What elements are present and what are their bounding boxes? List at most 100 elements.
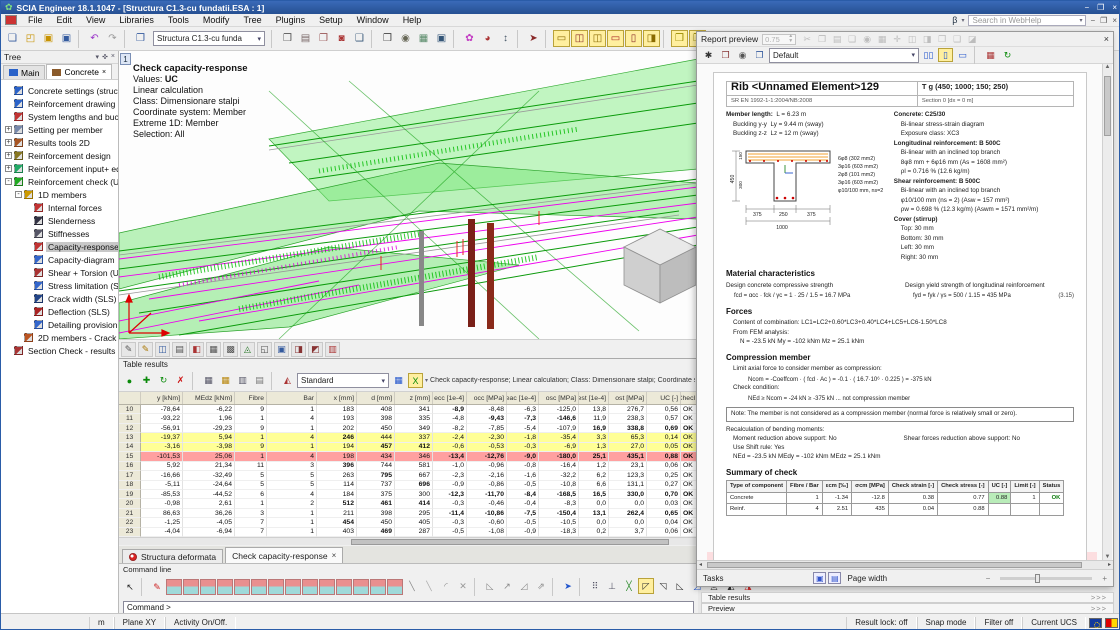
two-pages-icon[interactable]: ▯▯ <box>921 48 936 62</box>
render-mode-icon[interactable]: ❒ <box>671 30 688 47</box>
sidebar-item-system-lengths-and-buckl[interactable]: System lengths and buckl <box>1 110 118 123</box>
sidebar-item-capacity-response[interactable]: Capacity-response <box>1 240 118 253</box>
undo-icon[interactable]: ↶ <box>86 30 103 47</box>
zoom-selection-icon[interactable]: ◕ <box>479 30 496 47</box>
tree-expand-icon[interactable]: + <box>5 152 12 159</box>
status-activity-on-off[interactable]: Activity On/Off. <box>165 617 236 629</box>
snap-vector-icon[interactable]: ↗ <box>499 578 515 594</box>
minimize-button[interactable]: − <box>1084 3 1089 12</box>
report-template-combo[interactable]: Default ▾ <box>769 48 919 63</box>
printer-icon[interactable]: ❒ <box>379 30 396 47</box>
language-flag-icon[interactable] <box>1105 618 1118 628</box>
menu-setup[interactable]: Setup <box>312 15 350 25</box>
table-row[interactable]: 11-93,221,9614193398335-4,8-9,43-7,3-146… <box>119 414 698 423</box>
fit-page-icon[interactable]: ▣ <box>813 572 826 584</box>
wireframe-icon[interactable]: ◱ <box>257 342 272 357</box>
table-template-combo[interactable]: Standard ▾ <box>297 373 389 388</box>
menu-plugins[interactable]: Plugins <box>269 15 313 25</box>
delete-table-icon[interactable]: ✗ <box>173 373 188 388</box>
sidebar-item-crack-width-sls[interactable]: Crack width (SLS) <box>1 292 118 305</box>
tree-indent[interactable] <box>25 204 32 211</box>
close-button[interactable]: × <box>1112 3 1117 12</box>
menu-tools[interactable]: Tools <box>161 15 196 25</box>
snap-line-icon[interactable]: ╲ <box>404 578 420 594</box>
tree-indent[interactable] <box>25 256 32 263</box>
zoom-in-button[interactable]: + <box>1102 574 1107 583</box>
report-settings-icon[interactable]: ✱ <box>701 48 716 62</box>
mdi-restore-button[interactable]: ❐ <box>1100 16 1107 25</box>
column-header-fibre[interactable]: Fibre <box>235 392 267 404</box>
model-viewport[interactable]: 1 Check capacity-response Values: UC Lin… <box>119 51 698 358</box>
outline-view-icon[interactable]: ▭ <box>955 48 970 62</box>
search-report-icon[interactable]: ◉ <box>735 48 750 62</box>
tree-tab-main[interactable]: Main <box>3 65 45 79</box>
result-grid-icon-13[interactable] <box>370 579 386 595</box>
column-header-uc[interactable]: UC [-] <box>647 392 681 404</box>
run-check-icon[interactable]: ➤ <box>525 30 542 47</box>
export-report-icon[interactable]: ❐ <box>752 48 767 62</box>
document-icon[interactable]: ▤ <box>297 30 314 47</box>
column-header-y-knm[interactable]: y [kNm] <box>141 392 183 404</box>
sidebar-item-stress-limitation-s[interactable]: Stress limitation (S <box>1 279 118 292</box>
sidebar-item-shear-torsion-u[interactable]: Shear + Torsion (U <box>1 266 118 279</box>
results-grid-hscrollbar[interactable] <box>119 537 698 545</box>
tree-expand-icon[interactable]: + <box>5 139 12 146</box>
edit-command-icon[interactable]: ✎ <box>149 579 165 595</box>
table-row[interactable]: 20-0,982,6112512461414-0,3-0,46-0,4-8,30… <box>119 499 698 508</box>
image-icon[interactable]: ▣ <box>433 30 450 47</box>
mdi-minimize-button[interactable]: − <box>1090 16 1095 25</box>
search-caret-icon[interactable]: ▾ <box>1079 17 1082 24</box>
column-header-rownum[interactable] <box>119 392 141 404</box>
screenshot-icon[interactable]: ◙ <box>333 30 350 47</box>
menu-window[interactable]: Window <box>350 15 396 25</box>
restore-button[interactable]: ❐ <box>1097 3 1104 12</box>
tree-close-icon[interactable]: × <box>111 53 115 61</box>
combo-caret-icon[interactable]: ▾ <box>253 35 261 43</box>
result-grid-icon-12[interactable] <box>353 579 369 595</box>
results-grid-body[interactable]: 10-78,64-6,2291183408341-8,9-8,48-6,3-12… <box>119 405 698 537</box>
table-row[interactable]: 22-1,25-4,0571454450405-0,3-0,60-0,5-10,… <box>119 518 698 527</box>
table-row[interactable]: 15-101,5325,0614198434346-13,4-12,76-9,0… <box>119 452 698 461</box>
result-grid-icon-9[interactable] <box>302 579 318 595</box>
tree-expand-icon[interactable]: + <box>5 165 12 172</box>
more-caret-icon[interactable]: ▾ <box>425 377 428 384</box>
status-filter-off[interactable]: Filter off <box>975 617 1022 629</box>
column-header-x-mm[interactable]: x [mm] <box>317 392 357 404</box>
beta-caret-icon[interactable]: ▾ <box>961 17 964 24</box>
column-header-d-mm[interactable]: d [mm] <box>357 392 395 404</box>
column-header-z-mm[interactable]: z [mm] <box>395 392 433 404</box>
table-results-collapsed-bar[interactable]: Table results >>> <box>701 592 1114 603</box>
table-row[interactable]: 13-19,375,9414246444337-2,4-2,30-1,8-35,… <box>119 433 698 442</box>
zoom-slider[interactable] <box>1000 577 1092 580</box>
new-file-icon[interactable]: ❏ <box>4 30 21 47</box>
clipboard-icon[interactable]: ❐ <box>315 30 332 47</box>
tab-close-icon[interactable]: × <box>102 69 106 76</box>
result-grid-icon-10[interactable] <box>319 579 335 595</box>
table-of-contents-icon[interactable]: ▦ <box>983 48 998 62</box>
tree-indent[interactable] <box>5 347 12 354</box>
fit-width-icon[interactable]: ▤ <box>828 572 841 584</box>
table-row[interactable]: 17-16,66-32,4955263795667-2,3-2,16-1,6-3… <box>119 471 698 480</box>
results-display-icon[interactable]: ◧ <box>189 342 204 357</box>
table-row[interactable]: 10-78,64-6,2291183408341-8,9-8,48-6,3-12… <box>119 405 698 414</box>
snap-polyline-icon[interactable]: ╲ <box>421 578 437 594</box>
zoom-out-button[interactable]: − <box>986 574 991 583</box>
regenerate-icon[interactable]: ↻ <box>156 373 171 388</box>
dimension-lines-icon[interactable]: ↕ <box>497 30 514 47</box>
window-layout-icon[interactable]: ❐ <box>132 30 149 47</box>
tree-indent[interactable] <box>25 321 32 328</box>
view-tab-check-capacity-response[interactable]: Check capacity-response× <box>225 547 343 563</box>
sidebar-item-stiffnesses[interactable]: Stiffnesses <box>1 227 118 240</box>
table-row[interactable]: 12-56,91-29,2391202450349-8,2-7,85-5,4-1… <box>119 424 698 433</box>
result-grid-icon-2[interactable] <box>183 579 199 595</box>
tree-expand-icon[interactable]: + <box>5 126 12 133</box>
tree-indent[interactable] <box>25 282 32 289</box>
sidebar-item-reinforcement-drawing-se[interactable]: Reinforcement drawing se <box>1 97 118 110</box>
grid-snap-icon[interactable]: ⠿ <box>587 578 603 594</box>
sidebar-item-reinforcement-design[interactable]: +Reinforcement design <box>1 149 118 162</box>
column-header-est-1e-4[interactable]: est [1e-4] <box>579 392 609 404</box>
sidebar-item-1d-members[interactable]: -1D members <box>1 188 118 201</box>
view-frame-5-icon[interactable]: ▯ <box>625 30 642 47</box>
table-columns-icon[interactable]: ▥ <box>235 373 250 388</box>
eu-flag-icon[interactable] <box>1089 618 1102 628</box>
